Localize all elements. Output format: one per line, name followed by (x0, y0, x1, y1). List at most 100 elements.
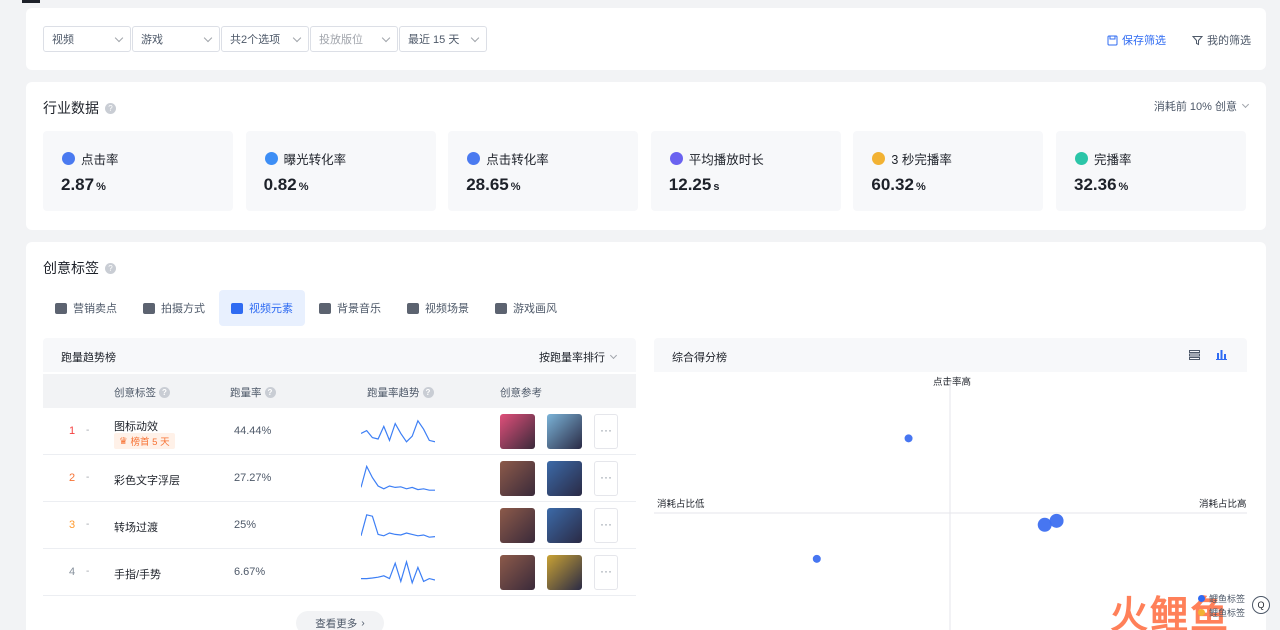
metric-label: 点击转化率 (467, 149, 549, 168)
legend-dot (1198, 595, 1205, 602)
col-reference-label: 创意参考 (500, 387, 542, 399)
creative-thumbnail[interactable] (547, 414, 582, 449)
row-rate: 27.27% (234, 472, 272, 484)
metric-card: 3 秒完播率 60.32% (853, 131, 1044, 211)
exposure-icon (264, 152, 278, 165)
metric-value-number: 60.32 (871, 175, 914, 194)
creative-thumbnail[interactable] (547, 508, 582, 543)
industry-data-card: 行业数据 ? 消耗前 10% 创意 点击率 2.87% 曝光转化率 0.82% 点击转化… (26, 82, 1266, 230)
tab-music[interactable]: 背景音乐 (307, 290, 393, 326)
help-icon[interactable]: ? (264, 387, 276, 398)
chevron-down-icon (609, 351, 618, 360)
feedback-button[interactable]: Q (1252, 596, 1270, 614)
palette-icon (495, 302, 507, 314)
see-more-button[interactable]: 查看更多 › (296, 611, 384, 630)
metric-value-number: 12.25 (668, 175, 712, 194)
tab-palette[interactable]: 游戏画风 (483, 290, 569, 326)
metric-card: 平均播放时长 12.25 s (650, 131, 841, 211)
col-tag: 创意标签? (114, 385, 170, 400)
scatter-point[interactable] (1049, 513, 1064, 528)
metric-value-number: 32.36 (1074, 175, 1117, 194)
filter-bar: 视频 游戏 共2个选项 投放版位 最近 15 天 保存筛选 我的筛选 (26, 8, 1266, 70)
metric-value-number: 0.82 (263, 175, 297, 194)
metric-label-text: 点击转化率 (486, 153, 549, 167)
save-filter-button[interactable]: 保存筛选 (1107, 32, 1166, 48)
trophy-icon: ♛ (119, 435, 128, 447)
row-tag-name[interactable]: 图标动效 (114, 418, 158, 434)
help-icon[interactable]: ? (422, 387, 434, 398)
scope-select[interactable]: 消耗前 10% 创意 (1154, 98, 1250, 114)
arrow-right-icon: › (361, 617, 365, 629)
metric-label: 平均播放时长 (669, 149, 764, 168)
row-rank: 3 (69, 519, 76, 531)
media-type-select[interactable]: 视频 (43, 26, 131, 52)
tab-label: 拍摄方式 (161, 303, 205, 315)
help-icon[interactable]: ? (105, 262, 116, 274)
help-icon[interactable]: ? (159, 387, 170, 398)
col-trend: 跑量率趋势? (367, 385, 434, 400)
creative-thumbnail[interactable] (500, 508, 535, 543)
watermark-legend: 鲤鱼标签 鲤鱼标签 (1198, 592, 1245, 620)
more-icon[interactable]: ··· (594, 461, 618, 496)
ranking-title: 跑量趋势榜 (61, 352, 116, 364)
more-icon[interactable]: ··· (594, 508, 618, 543)
placement-select[interactable]: 投放版位 (310, 26, 398, 52)
industry-select[interactable]: 游戏 (132, 26, 220, 52)
creative-tags-card: 创意标签 ? 营销卖点 拍摄方式 视频元素 背景音乐 视频场景 游戏画风 跑量趋势榜 按跑… (26, 242, 1266, 630)
creative-thumbnail[interactable] (547, 461, 582, 496)
creative-thumbnail[interactable] (500, 555, 535, 590)
table-row[interactable]: 1- 图标动效 ♛ 榜首 5 天 44.44% ··· (43, 408, 636, 455)
metric-label: 3 秒完播率 (872, 149, 952, 168)
industry-title: 行业数据 ? (43, 98, 116, 118)
creative-thumbnail[interactable] (500, 461, 535, 496)
top-tab-indicator (22, 0, 40, 3)
scatter-point[interactable] (1037, 517, 1052, 532)
row-rate: 25% (234, 519, 257, 531)
top-streak-badge: ♛ 榜首 5 天 (114, 433, 175, 449)
rank-change: - (86, 472, 90, 483)
table-row[interactable]: 2- 彩色文字浮层 27.27% ··· (43, 455, 636, 502)
trend-sparkline (361, 559, 435, 585)
tab-tag[interactable]: 营销卖点 (43, 290, 129, 326)
metric-label-text: 3 秒完播率 (891, 153, 952, 167)
creative-thumbnail[interactable] (547, 555, 582, 590)
creative-thumbnail[interactable] (500, 414, 535, 449)
legend-item: 鲤鱼标签 (1198, 592, 1245, 606)
chart-view-icon[interactable] (1216, 349, 1227, 360)
row-tag-name[interactable]: 转场过渡 (114, 519, 158, 535)
row-tag-name[interactable]: 彩色文字浮层 (114, 472, 180, 488)
legend-label: 鲤鱼标签 (1209, 594, 1246, 604)
select-placeholder: 投放版位 (319, 34, 363, 46)
tab-thumbs[interactable]: 视频元素 (219, 290, 305, 326)
legend-label: 鲤鱼标签 (1209, 608, 1246, 618)
score-title: 综合得分榜 (672, 352, 727, 364)
tab-camera[interactable]: 拍摄方式 (131, 290, 217, 326)
rank-change: - (86, 566, 90, 577)
scatter-point[interactable] (904, 434, 913, 443)
rank-change: - (86, 425, 90, 436)
date-range-select[interactable]: 最近 15 天 (399, 26, 487, 52)
trend-sparkline (361, 465, 435, 491)
metric-value-number: 2.87 (61, 175, 95, 194)
score-header: 综合得分榜 (654, 338, 1247, 372)
more-icon[interactable]: ··· (594, 414, 618, 449)
more-icon[interactable]: ··· (594, 555, 618, 590)
metric-value: 0.82% (264, 175, 309, 195)
metric-value: 32.36% (1074, 175, 1128, 195)
click-icon (62, 152, 75, 165)
metric-unit: % (1118, 181, 1129, 193)
scatter-point[interactable] (812, 554, 821, 563)
list-view-icon[interactable] (1189, 350, 1200, 360)
save-filter-label: 保存筛选 (1122, 35, 1166, 47)
help-icon[interactable]: ? (105, 102, 116, 114)
my-filter-button[interactable]: 我的筛选 (1192, 32, 1251, 48)
table-header: 创意标签? 跑量率? 跑量率趋势? 创意参考 (43, 374, 636, 408)
ranking-sort-select[interactable]: 按跑量率排行 (539, 349, 618, 365)
row-tag-name[interactable]: 手指/手势 (114, 566, 161, 582)
tab-building[interactable]: 视频场景 (395, 290, 481, 326)
table-row[interactable]: 4- 手指/手势 6.67% ··· (43, 549, 636, 596)
metric-unit: s (713, 181, 720, 193)
thumbs-icon (231, 302, 243, 314)
table-row[interactable]: 3- 转场过渡 25% ··· (43, 502, 636, 549)
options-select[interactable]: 共2个选项 (221, 26, 309, 52)
